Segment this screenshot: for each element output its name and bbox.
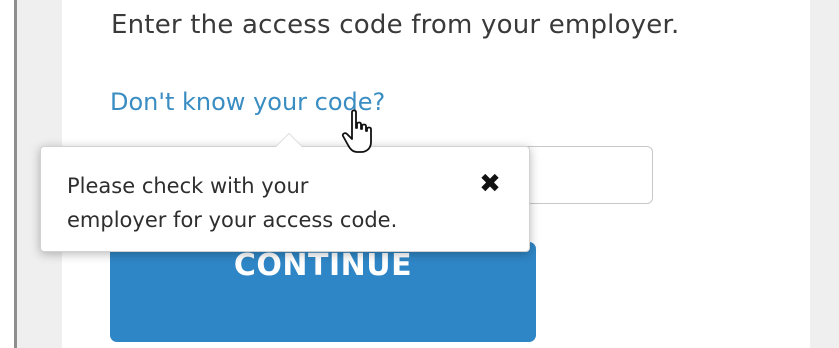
hand-pointer-icon bbox=[341, 109, 372, 153]
continue-button[interactable]: CONTINUE bbox=[110, 242, 536, 342]
close-icon[interactable]: ✖ bbox=[477, 171, 503, 197]
help-tooltip: Please check with your employer for your… bbox=[40, 133, 530, 252]
tooltip-message: Please check with your employer for your… bbox=[67, 169, 487, 237]
tooltip-message-line-2: employer for your access code. bbox=[67, 208, 398, 232]
page-side-panel-right bbox=[810, 0, 839, 348]
instruction-text: Enter the access code from your employer… bbox=[111, 10, 680, 40]
tooltip-message-line-1: Please check with your bbox=[67, 174, 309, 198]
tooltip-arrow bbox=[275, 133, 303, 147]
